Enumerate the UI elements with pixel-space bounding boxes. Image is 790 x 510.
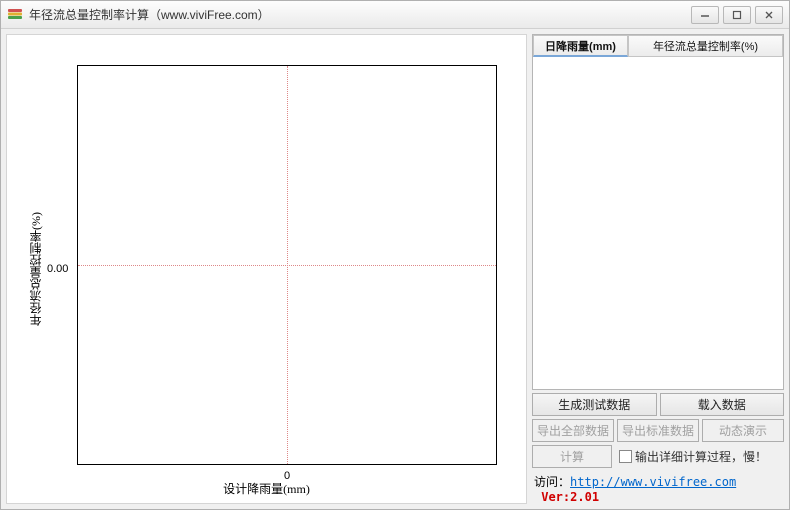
minimize-icon (700, 10, 710, 20)
x-axis-label: 设计降雨量(mm) (223, 480, 310, 497)
generate-test-data-button[interactable]: 生成测试数据 (532, 393, 657, 416)
col-rainfall[interactable]: 日降雨量(mm) (533, 35, 628, 57)
app-window: 年径流总量控制率计算（www.viviFree.com） 年径流总量控制率(%)… (0, 0, 790, 510)
close-button[interactable] (755, 6, 783, 24)
version-label: Ver:2.01 (541, 490, 599, 504)
close-icon (764, 10, 774, 20)
table-header: 日降雨量(mm) 年径流总量控制率(%) (533, 35, 783, 57)
calculate-button[interactable]: 计算 (532, 445, 612, 468)
maximize-button[interactable] (723, 6, 751, 24)
footer-prefix: 访问： (534, 475, 570, 489)
y-axis-label: 年径流总量控制率(%) (27, 212, 44, 326)
crosshair-horizontal (78, 265, 496, 266)
verbose-label: 输出详细计算过程，慢！ (635, 448, 767, 465)
load-data-button[interactable]: 载入数据 (660, 393, 785, 416)
export-standard-button[interactable]: 导出标准数据 (617, 419, 699, 442)
window-title: 年径流总量控制率计算（www.viviFree.com） (29, 6, 691, 23)
verbose-checkbox[interactable] (619, 450, 632, 463)
footer-link[interactable]: http://www.vivifree.com (570, 475, 736, 489)
y-tick-0: 0.00 (47, 263, 68, 275)
export-all-button[interactable]: 导出全部数据 (532, 419, 614, 442)
content-area: 年径流总量控制率(%) 0.00 0 设计降雨量(mm) 日降雨量(mm) 年径… (1, 29, 789, 509)
side-panel: 日降雨量(mm) 年径流总量控制率(%) 生成测试数据 载入数据 导出全部数据 … (532, 34, 784, 504)
chart-plot-area[interactable]: 0 (77, 65, 497, 465)
table-body[interactable] (533, 57, 783, 389)
minimize-button[interactable] (691, 6, 719, 24)
window-controls (691, 6, 783, 24)
col-control-rate[interactable]: 年径流总量控制率(%) (628, 35, 783, 57)
maximize-icon (732, 10, 742, 20)
animate-button[interactable]: 动态演示 (702, 419, 784, 442)
chart-panel: 年径流总量控制率(%) 0.00 0 设计降雨量(mm) (6, 34, 527, 504)
footer: 访问：http://www.vivifree.com Ver:2.01 (532, 471, 784, 504)
app-icon (7, 7, 23, 23)
titlebar: 年径流总量控制率计算（www.viviFree.com） (1, 1, 789, 29)
data-table[interactable]: 日降雨量(mm) 年径流总量控制率(%) (532, 34, 784, 390)
